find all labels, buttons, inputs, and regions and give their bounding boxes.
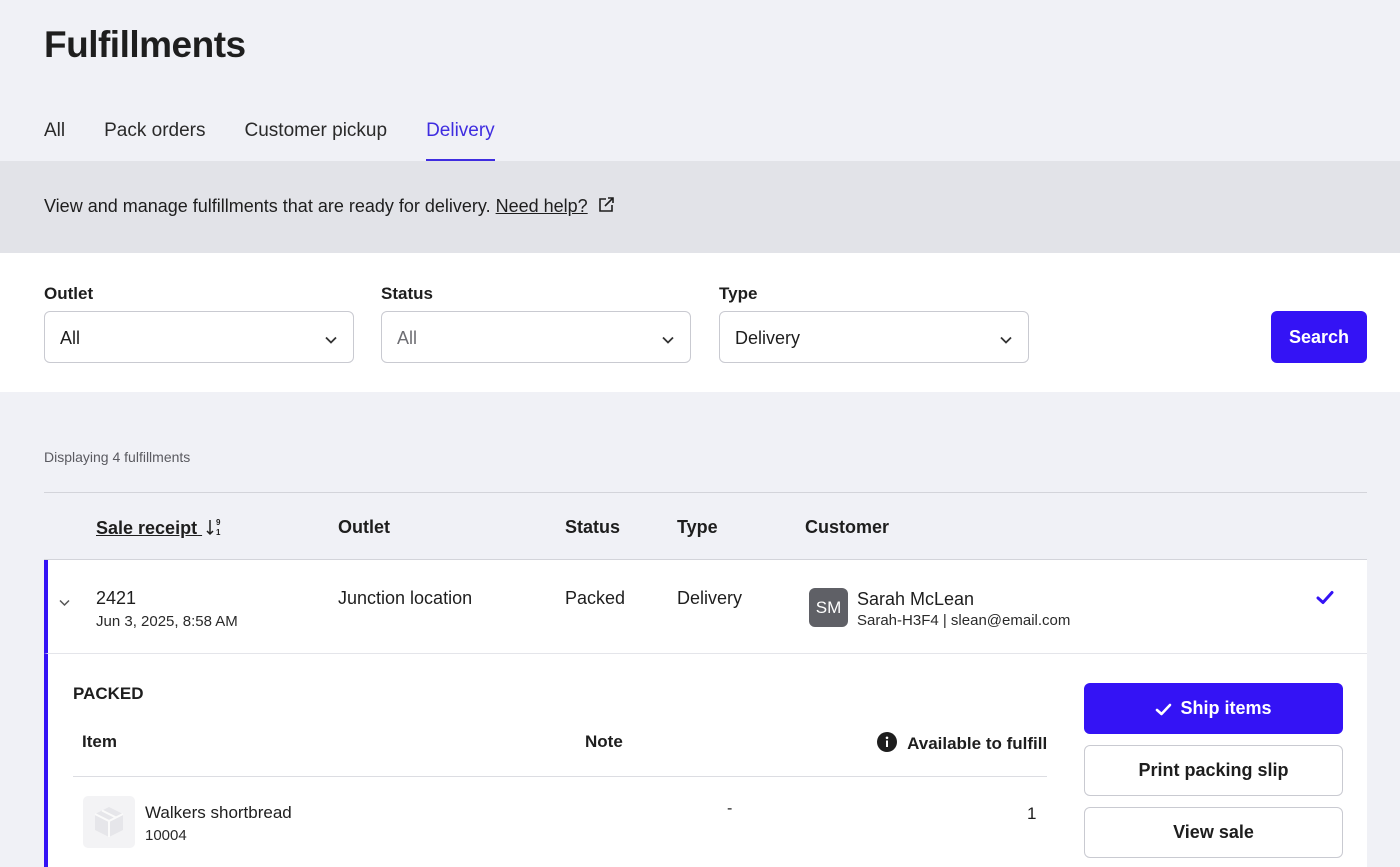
checkmark-icon xyxy=(1316,590,1334,610)
status-select[interactable]: All xyxy=(381,311,691,363)
chevron-down-icon xyxy=(661,332,675,350)
type-select[interactable]: Delivery xyxy=(719,311,1029,363)
type-cell: Delivery xyxy=(677,588,743,608)
sale-date: Jun 3, 2025, 8:58 AM xyxy=(96,613,238,630)
divider xyxy=(73,776,1047,777)
svg-text:1: 1 xyxy=(216,528,221,537)
results-count: Displaying 4 fulfillments xyxy=(44,449,191,465)
svg-text:9: 9 xyxy=(216,518,221,527)
chevron-down-icon xyxy=(324,332,338,350)
divider xyxy=(44,492,1367,493)
fulfillment-detail-panel: PACKED Item Note Available to fulfill Wa… xyxy=(44,653,1367,867)
tab-customer-pickup[interactable]: Customer pickup xyxy=(245,118,388,161)
detail-section-title: PACKED xyxy=(73,684,144,703)
customer-name: Sarah McLean xyxy=(857,589,975,609)
outlet-cell: Junction location xyxy=(338,588,473,608)
page-header: Fulfillments All Pack orders Customer pi… xyxy=(0,0,1400,161)
status-cell: Packed xyxy=(565,588,626,608)
item-note: - xyxy=(727,800,733,817)
filter-bar: Outlet All Status All Type Delivery Sear… xyxy=(0,253,1400,392)
tab-bar: All Pack orders Customer pickup Delivery xyxy=(44,118,534,161)
banner-text-row: View and manage fulfillments that are re… xyxy=(44,196,615,219)
ship-items-button[interactable]: Ship items xyxy=(1084,683,1343,734)
item-sku: 10004 xyxy=(145,827,187,844)
column-header-sale-receipt[interactable]: Sale receipt 9 1 xyxy=(96,517,224,542)
column-header-type: Type xyxy=(677,517,718,537)
outlet-filter-label: Outlet xyxy=(44,284,94,303)
sale-receipt-number: 2421 xyxy=(96,588,137,608)
outlet-filter: Outlet All xyxy=(44,284,354,363)
available-column-header: Available to fulfill xyxy=(877,732,1047,757)
type-filter: Type Delivery xyxy=(719,284,1029,363)
column-header-customer: Customer xyxy=(805,517,890,537)
status-filter-label: Status xyxy=(381,284,433,303)
ship-items-label: Ship items xyxy=(1180,698,1272,718)
chevron-down-icon xyxy=(999,332,1013,350)
item-available-qty: 1 xyxy=(1027,804,1037,823)
column-header-status: Status xyxy=(565,517,621,537)
tab-delivery[interactable]: Delivery xyxy=(426,118,495,161)
type-select-value: Delivery xyxy=(735,328,801,348)
info-banner: View and manage fulfillments that are re… xyxy=(0,161,1400,253)
chevron-down-icon[interactable] xyxy=(58,594,71,612)
customer-details: Sarah-H3F4 | slean@email.com xyxy=(857,612,1071,629)
item-column-header: Item xyxy=(82,732,117,751)
checkmark-icon xyxy=(1156,703,1172,716)
item-name: Walkers shortbread xyxy=(145,803,292,822)
print-packing-slip-button[interactable]: Print packing slip xyxy=(1084,745,1343,796)
column-header-outlet: Outlet xyxy=(338,517,390,537)
need-help-link[interactable]: Need help? xyxy=(496,196,588,216)
box-icon xyxy=(94,807,124,837)
results-section: Displaying 4 fulfillments Sale receipt 9… xyxy=(0,392,1400,867)
note-column-header: Note xyxy=(585,732,623,751)
view-sale-button[interactable]: View sale xyxy=(1084,807,1343,858)
outlet-select[interactable]: All xyxy=(44,311,354,363)
outlet-select-value: All xyxy=(60,328,81,348)
external-link-icon[interactable] xyxy=(597,196,615,219)
banner-text: View and manage fulfillments that are re… xyxy=(44,196,491,216)
sale-receipt-header-label: Sale receipt xyxy=(96,518,198,538)
page-title: Fulfillments xyxy=(44,24,246,65)
available-header-label: Available to fulfill xyxy=(907,734,1048,753)
sort-numeric-icon[interactable]: 9 1 xyxy=(206,517,224,542)
type-filter-label: Type xyxy=(719,284,758,303)
tab-pack-orders[interactable]: Pack orders xyxy=(104,118,205,161)
info-icon[interactable] xyxy=(877,732,897,757)
avatar: SM xyxy=(809,588,848,627)
tab-all[interactable]: All xyxy=(44,118,65,161)
search-button[interactable]: Search xyxy=(1271,311,1367,363)
table-row[interactable]: 2421 Jun 3, 2025, 8:58 AM Junction locat… xyxy=(44,560,1367,653)
status-select-value: All xyxy=(397,328,418,348)
product-thumbnail xyxy=(83,796,135,848)
status-filter: Status All xyxy=(381,284,691,363)
